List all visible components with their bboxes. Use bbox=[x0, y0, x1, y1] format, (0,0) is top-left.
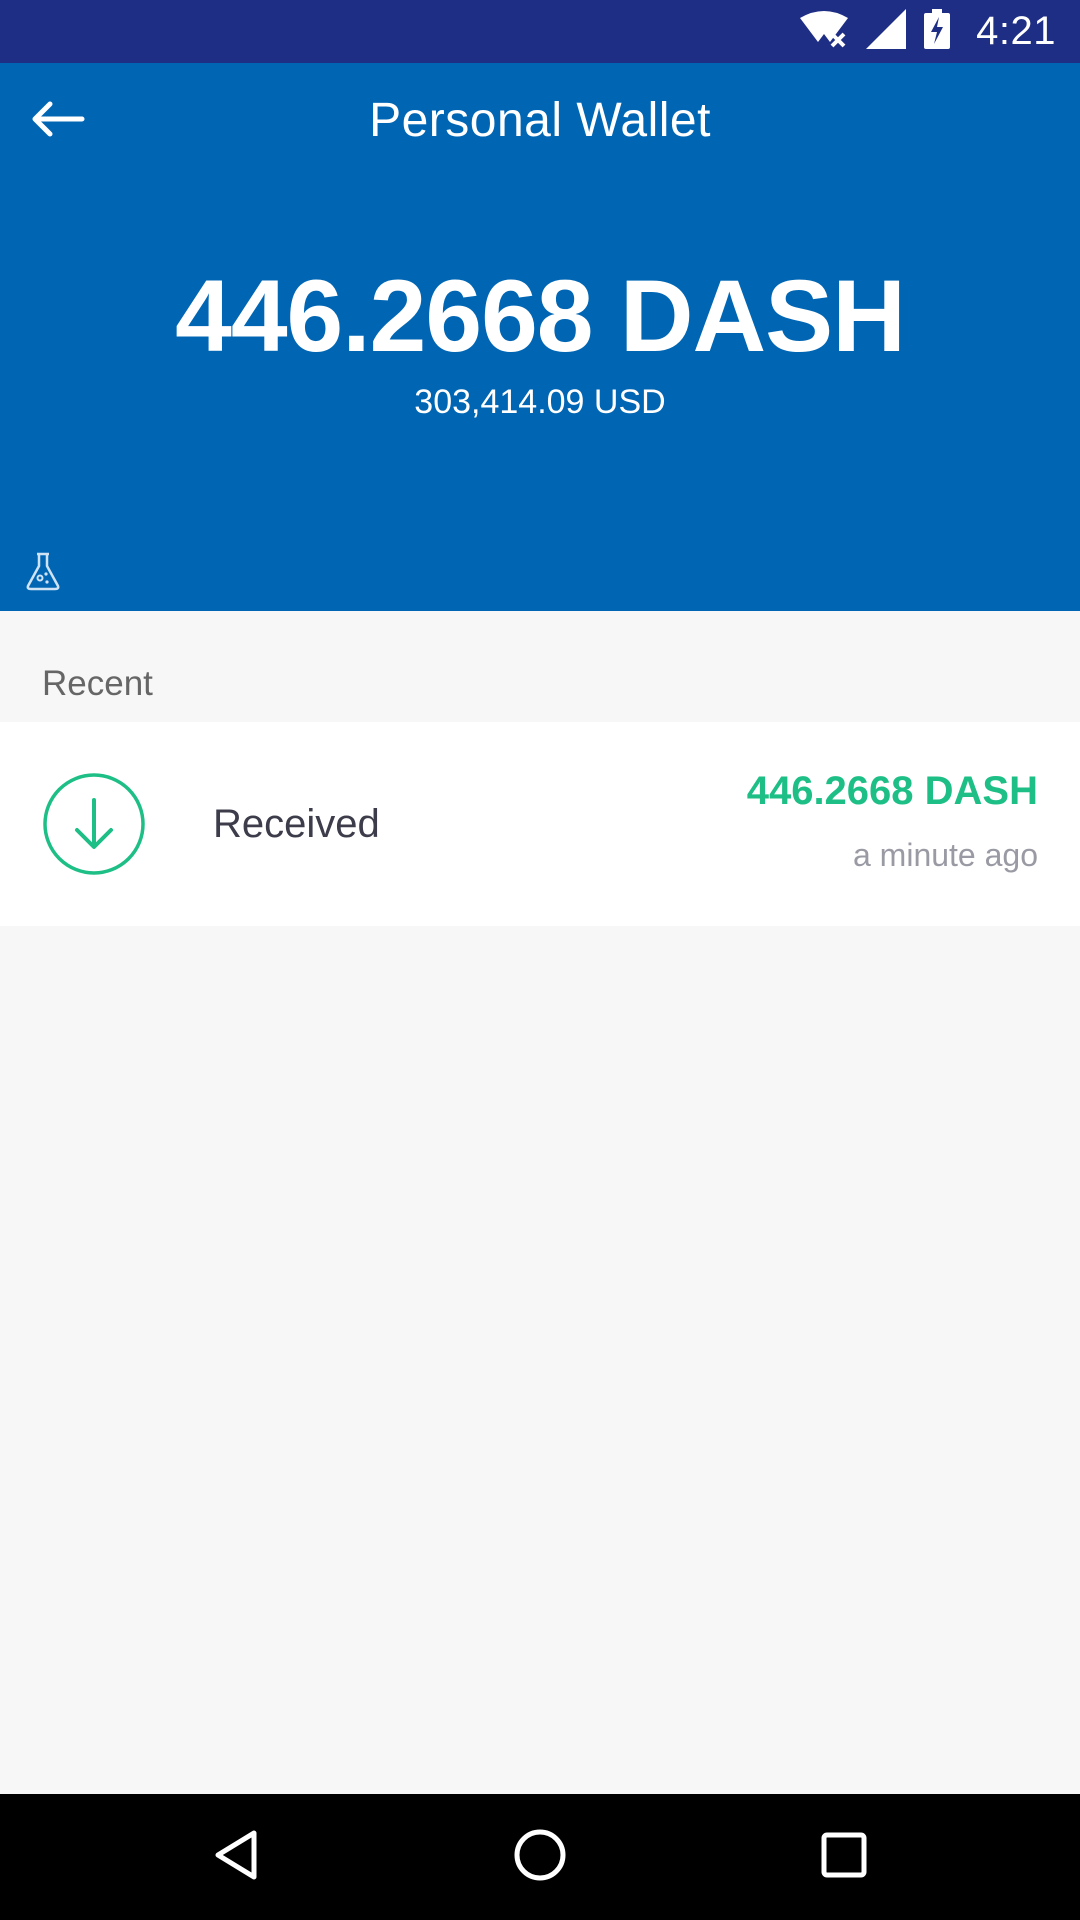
wifi-off-icon bbox=[800, 10, 849, 53]
recents-square-icon bbox=[821, 1832, 867, 1883]
back-triangle-icon bbox=[212, 1829, 260, 1886]
battery-charging-icon bbox=[924, 9, 951, 54]
cell-signal-icon bbox=[866, 9, 907, 54]
wallet-screen: 4:21 Personal Wallet 446.2668 DASH 303,4… bbox=[0, 0, 1080, 1920]
home-circle-icon bbox=[513, 1828, 567, 1887]
system-nav-bar bbox=[0, 1794, 1080, 1920]
flask-icon bbox=[24, 551, 62, 591]
wallet-header: Personal Wallet 446.2668 DASH 303,414.09… bbox=[0, 63, 1080, 611]
page-title: Personal Wallet bbox=[369, 94, 711, 147]
nav-home-button[interactable] bbox=[477, 1794, 603, 1920]
transaction-type: Received bbox=[213, 802, 380, 846]
status-bar: 4:21 bbox=[0, 0, 1080, 63]
nav-back-button[interactable] bbox=[173, 1794, 299, 1920]
recent-section-label: Recent bbox=[42, 664, 153, 703]
transaction-row[interactable]: Received 446.2668 DASH a minute ago bbox=[0, 722, 1080, 926]
transaction-amount: 446.2668 DASH bbox=[746, 769, 1038, 813]
status-icons: 4:21 bbox=[800, 0, 1056, 63]
arrow-down-circle-icon bbox=[42, 772, 146, 876]
balance-primary[interactable]: 446.2668 DASH bbox=[0, 258, 1080, 375]
transaction-time: a minute ago bbox=[852, 837, 1038, 873]
nav-recents-button[interactable] bbox=[781, 1794, 907, 1920]
status-time: 4:21 bbox=[976, 9, 1056, 53]
balance-secondary: 303,414.09 USD bbox=[414, 383, 666, 421]
